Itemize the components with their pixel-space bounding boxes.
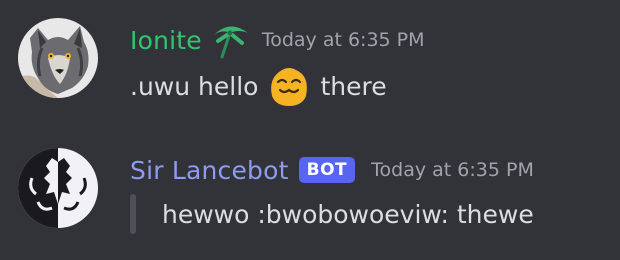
griffin-crest-avatar-icon bbox=[18, 148, 98, 228]
message-text: .uwu hello bbox=[130, 71, 259, 101]
message: Ionite Today at 6:35 PM .uwu hello there bbox=[0, 18, 620, 118]
username[interactable]: Sir Lancebot bbox=[130, 156, 289, 185]
timestamp: Today at 6:35 PM bbox=[371, 159, 534, 181]
palm-tree-icon bbox=[208, 21, 252, 59]
avatar[interactable] bbox=[18, 148, 98, 228]
avatar[interactable] bbox=[18, 18, 98, 98]
quote-bar bbox=[130, 194, 136, 234]
message-text: there bbox=[320, 71, 387, 101]
quote-block: hewwo :bwobowoeviw: thewe bbox=[130, 194, 534, 234]
username[interactable]: Ionite bbox=[130, 26, 202, 55]
message-header: Sir Lancebot BOT Today at 6:35 PM bbox=[130, 150, 534, 190]
timestamp: Today at 6:35 PM bbox=[261, 29, 425, 51]
message-content: .uwu hello there bbox=[130, 64, 387, 108]
chat-log: Ionite Today at 6:35 PM .uwu hello there… bbox=[0, 0, 620, 260]
quote-text: hewwo :bwobowoeviw: thewe bbox=[162, 199, 534, 229]
message-header: Ionite Today at 6:35 PM bbox=[130, 20, 425, 60]
message: Sir Lancebot BOT Today at 6:35 PM hewwo … bbox=[0, 148, 620, 248]
wolf-avatar-icon bbox=[18, 18, 98, 98]
blob-uwu-emoji-icon[interactable] bbox=[266, 64, 312, 108]
bot-badge: BOT bbox=[298, 157, 356, 183]
